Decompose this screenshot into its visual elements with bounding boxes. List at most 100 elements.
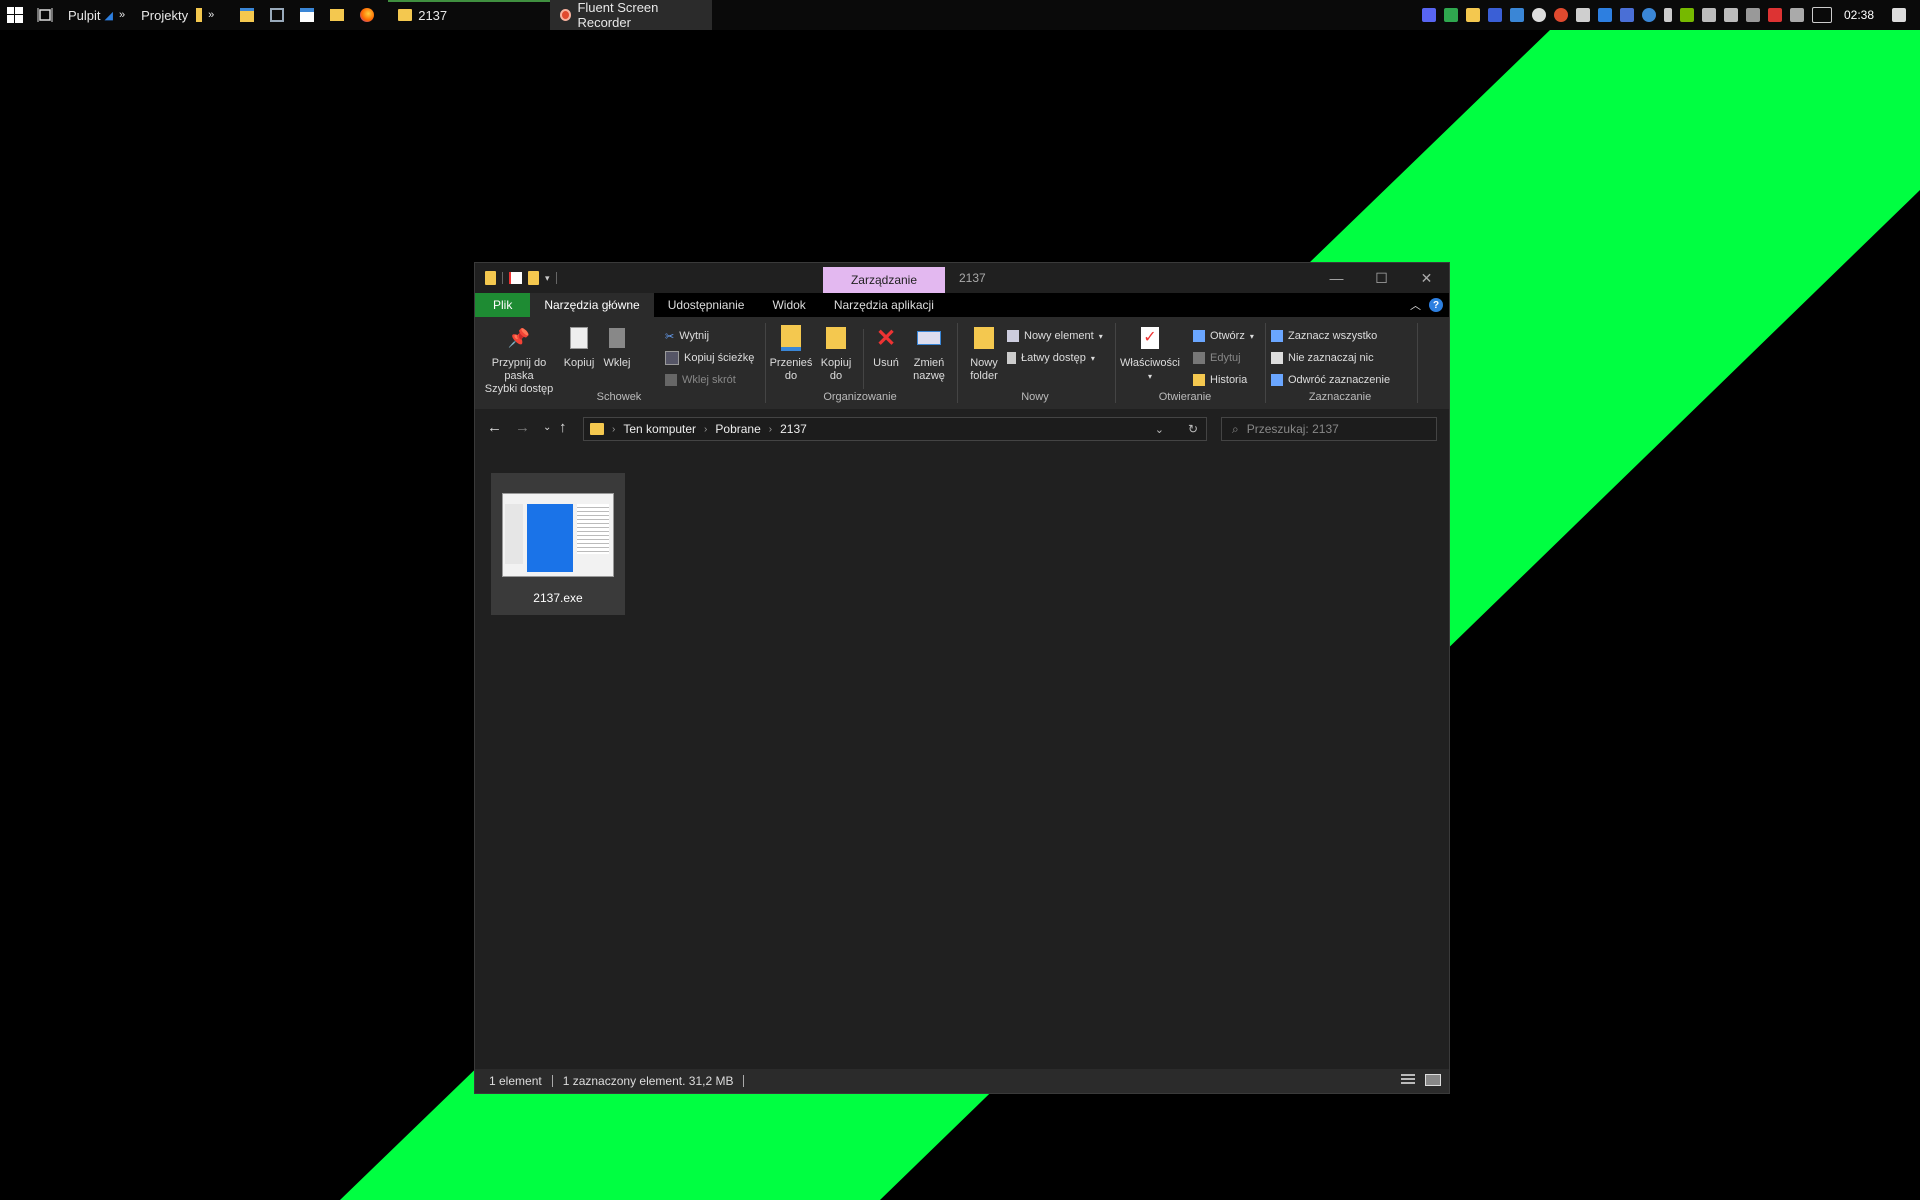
quick-access-toolbar: ▾ bbox=[475, 271, 557, 285]
customize-qat-icon[interactable]: ▾ bbox=[545, 273, 550, 284]
breadcrumb-separator[interactable]: › bbox=[704, 424, 707, 435]
title-bar[interactable]: ▾ Zarządzanie 2137 — ☐ ✕ bbox=[475, 263, 1449, 293]
help-icon[interactable]: ? bbox=[1429, 298, 1443, 312]
usb-icon[interactable] bbox=[1663, 8, 1672, 22]
file-list-pane[interactable]: 2137.exe bbox=[475, 461, 1449, 1055]
edit-button[interactable]: Edytuj bbox=[1193, 349, 1241, 367]
item-count: 1 element bbox=[489, 1074, 542, 1088]
rename-button[interactable]: Zmień nazwę bbox=[907, 325, 951, 383]
breadcrumb-separator[interactable]: › bbox=[769, 424, 772, 435]
pinned-file-explorer[interactable] bbox=[232, 0, 262, 30]
task-view-button[interactable] bbox=[30, 0, 60, 30]
invert-selection-button[interactable]: Odwróć zaznaczenie bbox=[1271, 371, 1390, 389]
cut-label: Wytnij bbox=[679, 330, 710, 342]
tab-file[interactable]: Plik bbox=[475, 293, 531, 317]
close-button[interactable]: ✕ bbox=[1404, 263, 1449, 293]
up-arrow-icon[interactable]: ↑ bbox=[559, 419, 567, 436]
select-none-button[interactable]: Nie zaznaczaj nic bbox=[1271, 349, 1374, 367]
contextual-tab-manage[interactable]: Zarządzanie bbox=[823, 267, 945, 293]
taskbar-app-fluent-screen-recorder[interactable]: Fluent Screen Recorder bbox=[550, 0, 713, 30]
group-label-clipboard: Schowek bbox=[596, 391, 642, 403]
open-label: Otwórz bbox=[1210, 330, 1245, 342]
paste-button[interactable]: Wklej bbox=[599, 325, 635, 370]
breadcrumb-separator[interactable]: › bbox=[612, 424, 615, 435]
tab-application-tools[interactable]: Narzędzia aplikacji bbox=[820, 293, 948, 317]
pinned-folder[interactable] bbox=[322, 0, 352, 30]
delete-button[interactable]: ✕ Usuń bbox=[867, 325, 905, 370]
properties-icon[interactable] bbox=[509, 272, 522, 284]
address-bar[interactable]: › Ten komputer › Pobrane › 2137 ⌄ ↻ bbox=[583, 417, 1207, 441]
large-icons-view-icon[interactable] bbox=[1425, 1074, 1441, 1086]
toolbar-projekty-overflow[interactable]: » bbox=[208, 9, 214, 21]
copy-path-button[interactable]: Kopiuj ścieżkę bbox=[665, 349, 754, 367]
rename-icon bbox=[916, 325, 942, 351]
paste-shortcut-label: Wklej skrót bbox=[682, 374, 736, 386]
security-icon[interactable] bbox=[1767, 8, 1782, 22]
paste-shortcut-button[interactable]: Wklej skrót bbox=[665, 371, 736, 389]
properties-button[interactable]: ✓ Właściwości ▾ bbox=[1119, 325, 1181, 383]
recorder-tray-icon[interactable] bbox=[1553, 8, 1568, 22]
new-folder-button[interactable]: Nowy folder bbox=[963, 325, 1005, 383]
select-none-label: Nie zaznaczaj nic bbox=[1288, 352, 1374, 364]
chat-icon[interactable] bbox=[1597, 8, 1612, 22]
details-view-icon[interactable] bbox=[1401, 1074, 1415, 1084]
pinned-calendar[interactable] bbox=[292, 0, 322, 30]
toolbar-projekty[interactable]: Projekty » bbox=[133, 0, 222, 30]
pinned-computer[interactable] bbox=[262, 0, 292, 30]
close-icon: ✕ bbox=[1420, 269, 1433, 286]
open-button[interactable]: Otwórz ▾ bbox=[1193, 327, 1254, 345]
cloud-sync-icon[interactable] bbox=[1509, 8, 1524, 22]
select-all-button[interactable]: Zaznacz wszystko bbox=[1271, 327, 1377, 345]
breadcrumb-2137[interactable]: 2137 bbox=[780, 422, 807, 436]
tab-view[interactable]: Widok bbox=[758, 293, 819, 317]
minimize-button[interactable]: — bbox=[1314, 263, 1359, 293]
toolbar-pulpit[interactable]: Pulpit ◢ » bbox=[60, 0, 133, 30]
new-item-button[interactable]: Nowy element ▾ bbox=[1007, 327, 1103, 345]
file-item[interactable]: 2137.exe bbox=[491, 473, 625, 615]
image-tray-icon[interactable] bbox=[1465, 8, 1480, 22]
onedrive-icon[interactable] bbox=[1531, 8, 1546, 22]
notifications-icon[interactable] bbox=[1892, 8, 1906, 22]
bluetooth-icon[interactable] bbox=[1641, 8, 1656, 22]
volume-icon[interactable] bbox=[1723, 8, 1738, 22]
clock[interactable]: 02:38 bbox=[1836, 8, 1888, 22]
start-button[interactable] bbox=[0, 0, 30, 30]
nvidia-icon[interactable] bbox=[1679, 8, 1694, 22]
tab-share[interactable]: Udostępnianie bbox=[654, 293, 759, 317]
breadcrumb-downloads[interactable]: Pobrane bbox=[715, 422, 760, 436]
address-dropdown-icon[interactable]: ⌄ bbox=[1155, 423, 1164, 436]
breadcrumb-this-pc[interactable]: Ten komputer bbox=[623, 422, 696, 436]
refresh-icon[interactable]: ↻ bbox=[1188, 422, 1198, 436]
pinned-firefox[interactable] bbox=[352, 0, 382, 30]
copy-to-button[interactable]: Kopiuj do bbox=[815, 325, 857, 383]
move-to-button[interactable]: Przenieś do bbox=[769, 325, 813, 383]
cut-button[interactable]: ✂ Wytnij bbox=[665, 327, 709, 345]
discord-icon[interactable] bbox=[1575, 8, 1590, 22]
pin-quick-access-button[interactable]: 📌 Przypnij do paska Szybki dostęp bbox=[481, 325, 557, 396]
vpn-tray-icon[interactable] bbox=[1443, 8, 1458, 22]
maximize-button[interactable]: ☐ bbox=[1359, 263, 1404, 293]
network-icon[interactable] bbox=[1701, 8, 1716, 22]
taskbar-app-2137[interactable]: 2137 bbox=[388, 0, 551, 30]
status-separator bbox=[743, 1075, 745, 1087]
back-arrow-icon[interactable]: ← bbox=[487, 419, 502, 436]
recent-locations-icon[interactable]: ⌄ bbox=[543, 422, 551, 433]
discord-tray-icon[interactable] bbox=[1421, 8, 1436, 22]
collapse-ribbon-icon[interactable]: ︿ bbox=[1410, 297, 1421, 313]
easy-access-button[interactable]: Łatwy dostęp ▾ bbox=[1007, 349, 1095, 367]
keyboard-icon[interactable] bbox=[1811, 7, 1832, 23]
copy-button[interactable]: Kopiuj bbox=[559, 325, 599, 370]
display-icon[interactable] bbox=[1745, 8, 1760, 22]
new-folder-icon[interactable] bbox=[528, 271, 539, 285]
pen-icon[interactable] bbox=[1789, 8, 1804, 22]
tab-home[interactable]: Narzędzia główne bbox=[530, 293, 654, 317]
teams-icon[interactable] bbox=[1619, 8, 1634, 22]
shield-icon[interactable] bbox=[1487, 8, 1502, 22]
task-view-icon bbox=[37, 8, 53, 22]
toolbar-pulpit-overflow[interactable]: » bbox=[119, 9, 125, 21]
forward-arrow-icon[interactable]: → bbox=[515, 419, 530, 436]
search-box[interactable]: ⌕ Przeszukaj: 2137 bbox=[1221, 417, 1437, 441]
select-all-label: Zaznacz wszystko bbox=[1288, 330, 1378, 342]
history-button[interactable]: Historia bbox=[1193, 371, 1247, 389]
window-title: 2137 bbox=[959, 271, 986, 285]
